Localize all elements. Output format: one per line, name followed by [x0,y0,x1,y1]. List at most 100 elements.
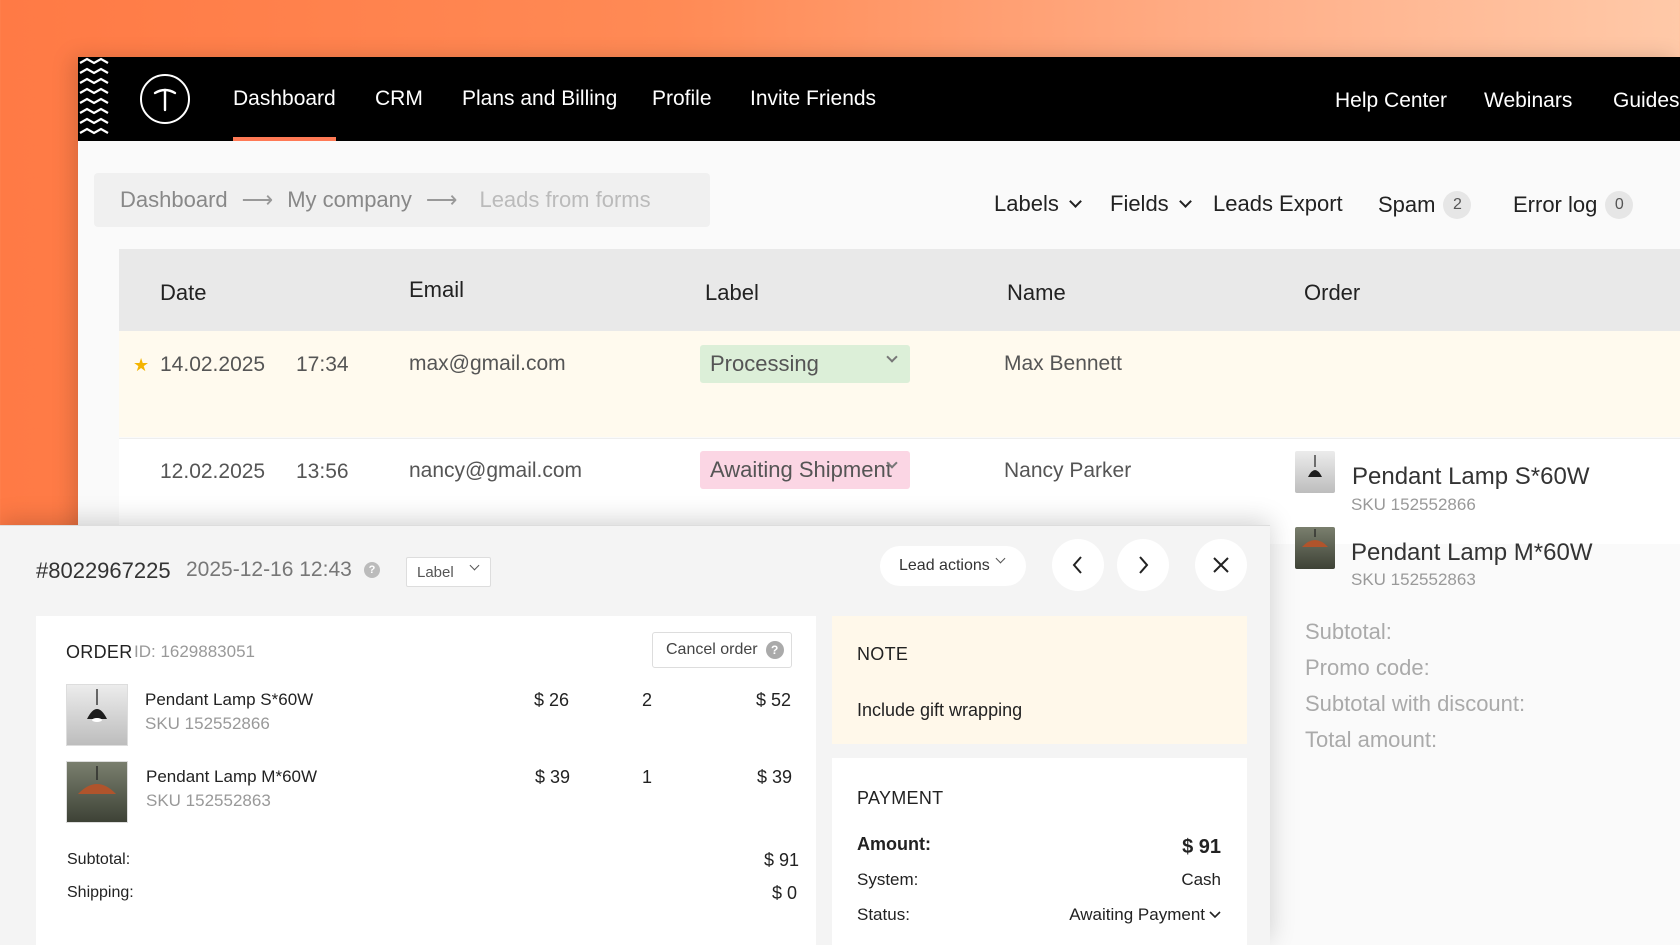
shipping-label: Shipping: [67,884,134,901]
chevron-down-icon [469,560,480,571]
close-panel-button[interactable] [1195,539,1247,591]
summary-subtotal-label: Subtotal: [1305,619,1392,644]
label-select-value: Processing [710,351,819,376]
payment-status-dropdown[interactable]: Awaiting Payment [1069,905,1221,925]
close-icon [1213,557,1229,573]
chevron-right-icon [1139,556,1149,574]
column-header-name[interactable]: Name [1007,280,1066,306]
order-item-name: Pendant Lamp S*60W [145,690,314,709]
error-log-label: Error log [1513,192,1598,217]
spam-button[interactable]: Spam 2 [1378,191,1472,219]
subtotal-label: Subtotal: [67,851,131,868]
payment-title: PAYMENT [857,788,944,808]
order-item-total: $ 52 [756,690,792,710]
label-select-value: Awaiting Shipment [710,457,892,482]
spam-label: Spam [1378,192,1436,217]
amount-label: Amount: [857,834,931,854]
nav-help-center[interactable]: Help Center [1335,89,1447,113]
nav-profile[interactable]: Profile [652,87,712,111]
nav-webinars[interactable]: Webinars [1484,89,1572,113]
help-icon[interactable]: ? [364,562,380,578]
logo-t-icon[interactable] [140,74,190,124]
fields-label: Fields [1110,191,1169,216]
product-thumbnail [66,684,128,746]
note-title: NOTE [857,644,909,664]
row-name: Nancy Parker [1004,459,1132,482]
order-item-qty: 1 [642,767,653,787]
order-title: ORDER [66,642,133,662]
row-date: 14.02.2025 [160,353,266,376]
chevron-down-icon [995,553,1006,564]
order-number: #8022967225 [36,558,171,583]
row-email: nancy@gmail.com [409,459,583,482]
order-item-name: Pendant Lamp M*60W [146,767,318,786]
leads-export-label: Leads Export [1213,191,1343,216]
column-header-email[interactable]: Email [409,277,464,303]
label-select-awaiting-shipment[interactable]: Awaiting Shipment [700,451,910,489]
table-header: Date Email Label Name Order [119,249,1680,331]
payment-status-value: Awaiting Payment [1069,905,1205,924]
column-header-order[interactable]: Order [1304,280,1360,306]
table-row[interactable]: ★ 14.02.2025 17:34 max@gmail.com Process… [119,331,1680,437]
labels-dropdown[interactable]: Labels [994,191,1082,217]
star-icon[interactable]: ★ [133,355,149,376]
payment-card: PAYMENT Amount: $ 91 System: Cash Status… [832,758,1247,945]
labels-label: Labels [994,191,1059,216]
shipping-value: $ 0 [772,883,798,903]
summary-total-label: Total amount: [1305,727,1438,752]
order-item-price: $ 26 [534,690,570,710]
cancel-order-button[interactable]: Cancel order ? [652,632,792,668]
chevron-down-icon [1209,911,1221,919]
help-icon[interactable]: ? [765,641,784,659]
order-datetime: 2025-12-16 12:43 [186,558,352,581]
nav-dashboard[interactable]: Dashboard [233,87,336,141]
nav-guides[interactable]: Guides [1613,89,1680,113]
breadcrumb-dashboard[interactable]: Dashboard [120,187,228,213]
order-card: ORDER ID: 1629883051 Cancel order ? Pend… [36,616,816,945]
product-thumbnail [66,761,128,823]
error-log-count-badge: 0 [1605,191,1634,219]
subtotal-value: $ 91 [764,850,800,870]
row-date: 12.02.2025 [160,460,266,483]
order-item-sku: SKU 152552863 [146,791,271,810]
error-log-button[interactable]: Error log 0 [1513,191,1634,219]
summary-subtotal-discount-label: Subtotal with discount: [1305,691,1526,716]
row-email: max@gmail.com [409,352,566,375]
breadcrumb-my-company[interactable]: My company [287,187,412,213]
fields-dropdown[interactable]: Fields [1110,191,1192,217]
product-thumbnail [1295,527,1335,569]
top-navigation: Dashboard CRM Plans and Billing Profile … [78,57,1680,141]
column-header-date[interactable]: Date [160,280,206,306]
arrow-right-icon: ⟶ [425,187,458,212]
nav-invite-friends[interactable]: Invite Friends [750,87,876,111]
next-lead-button[interactable] [1117,539,1169,591]
row-time: 13:56 [296,460,349,483]
order-item-sku: SKU 152552863 [1351,570,1476,589]
leads-export-button[interactable]: Leads Export [1213,191,1343,217]
note-text: Include gift wrapping [857,700,1023,720]
label-select-processing[interactable]: Processing [700,345,910,383]
previous-lead-button[interactable] [1052,539,1104,591]
row-name: Max Bennett [1004,352,1122,375]
cancel-order-label: Cancel order [666,641,758,658]
breadcrumb: Dashboard ⟶ My company ⟶ Leads from form… [94,173,710,227]
summary-promo-label: Promo code: [1305,655,1430,680]
chevron-left-icon [1072,556,1082,574]
nav-crm[interactable]: CRM [375,87,423,111]
label-select[interactable]: Label [406,557,491,587]
lead-actions-dropdown[interactable]: Lead actions [880,546,1026,586]
column-header-label[interactable]: Label [705,280,759,306]
status-label: Status: [857,905,910,924]
row-time: 17:34 [296,353,349,376]
order-item-name: Pendant Lamp S*60W [1352,463,1590,490]
order-item-sku: SKU 152552866 [1351,495,1476,514]
arrow-right-icon: ⟶ [241,187,274,212]
product-thumbnail [1295,451,1335,493]
order-item-name: Pendant Lamp M*60W [1351,539,1593,566]
nav-plans-billing[interactable]: Plans and Billing [462,87,617,111]
order-id: ID: 1629883051 [134,642,255,661]
zigzag-decoration [78,57,110,141]
amount-value: $ 91 [1182,836,1221,858]
chevron-down-icon [1068,194,1082,208]
spam-count-badge: 2 [1443,191,1472,219]
